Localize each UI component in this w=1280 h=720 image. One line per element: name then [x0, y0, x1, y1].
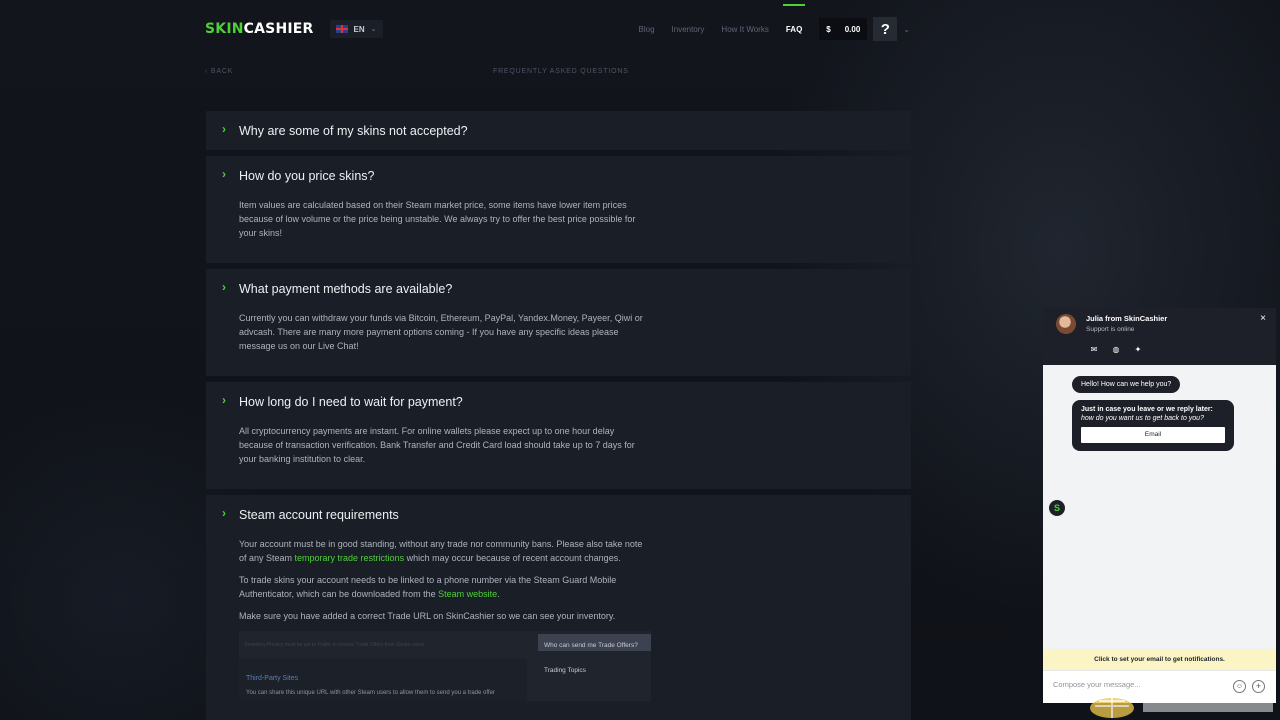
nav-faq[interactable]: FAQ	[782, 3, 806, 34]
chat-messages: Hello! How can we help you? Just in case…	[1043, 365, 1276, 651]
steam-trade-offer-screenshot: Inventory Privacy must be set to Public …	[239, 631, 651, 701]
faq-answer: Item values are calculated based on thei…	[239, 200, 636, 238]
help-button[interactable]: ?	[873, 17, 898, 41]
back-link[interactable]: ‹ BACK	[205, 68, 233, 75]
nav-inventory[interactable]: Inventory	[672, 25, 705, 34]
logo[interactable]: SKINCASHIER	[205, 21, 314, 37]
balance-display[interactable]: $ 0.00	[819, 18, 868, 40]
faq-item[interactable]: › What payment methods are available? Cu…	[206, 269, 911, 376]
balance-value: 0.00	[844, 24, 861, 34]
currency-symbol: $	[826, 24, 831, 34]
trade-restrictions-link[interactable]: temporary trade restrictions	[295, 553, 405, 563]
faq-answer: All cryptocurrency payments are instant.…	[239, 426, 635, 464]
uk-flag-icon	[335, 25, 348, 33]
faq-item[interactable]: › How do you price skins? Item values ar…	[206, 156, 911, 263]
prompt-italic: how do you want us to get back to you?	[1081, 415, 1204, 422]
prompt-bold: Just in case you leave or we reply later…	[1081, 406, 1213, 413]
chat-message: Hello! How can we help you?	[1072, 376, 1181, 393]
language-label: EN	[353, 24, 365, 34]
nav-blog[interactable]: Blog	[639, 25, 655, 34]
site-header: SKINCASHIER EN ⌄ Blog Inventory How It W…	[205, 0, 910, 58]
agent-status: Support is online	[1086, 326, 1135, 333]
chevron-down-icon: ⌄	[370, 26, 377, 33]
faq-answer: Your account must be in good standing, w…	[239, 537, 651, 701]
chevron-right-icon: ›	[222, 393, 226, 407]
faq-question: How do you price skins?	[239, 169, 375, 183]
chevron-right-icon: ›	[222, 122, 226, 136]
answer-paragraph: To trade skins your account needs to be …	[239, 575, 617, 599]
chevron-right-icon: ›	[222, 280, 226, 294]
chevron-right-icon: ›	[222, 506, 226, 520]
agent-avatar	[1056, 314, 1076, 334]
main-nav: Blog Inventory How It Works FAQ $ 0.00 ?…	[622, 3, 910, 41]
twitter-icon[interactable]: ✦	[1133, 345, 1143, 355]
steam-website-link[interactable]: Steam website	[438, 589, 497, 599]
chat-channels: ✉ ◍ ✦	[1089, 345, 1143, 355]
messenger-icon[interactable]: ◍	[1111, 345, 1121, 355]
bot-avatar: S	[1049, 500, 1065, 516]
watermark-logo	[1085, 684, 1280, 720]
nav-how-it-works[interactable]: How It Works	[721, 25, 768, 34]
chat-header: Julia from SkinCashier Support is online…	[1043, 308, 1276, 365]
faq-item[interactable]: › Why are some of my skins not accepted?	[206, 111, 911, 150]
screenshot-description: You can share this unique URL with other…	[246, 690, 495, 696]
chat-message: Just in case you leave or we reply later…	[1072, 400, 1234, 451]
faq-answer: Currently you can withdraw your funds vi…	[239, 313, 643, 351]
answer-paragraph: Make sure you have added a correct Trade…	[239, 611, 616, 621]
chevron-right-icon: ›	[222, 167, 226, 181]
email-button[interactable]: Email	[1081, 427, 1225, 443]
user-menu-chevron-icon[interactable]: ⌄	[903, 25, 910, 34]
page-title: FREQUENTLY ASKED QUESTIONS	[493, 68, 629, 75]
close-icon[interactable]: ×	[1260, 313, 1266, 324]
live-chat-widget: Julia from SkinCashier Support is online…	[1043, 308, 1276, 703]
screenshot-who-can-send: Who can send me Trade Offers?	[538, 634, 651, 651]
faq-question: What payment methods are available?	[239, 282, 453, 296]
screenshot-top-text: Inventory Privacy must be set to Public …	[245, 642, 426, 648]
language-selector[interactable]: EN ⌄	[329, 20, 383, 38]
notification-banner[interactable]: Click to set your email to get notificat…	[1043, 649, 1276, 670]
faq-question: Why are some of my skins not accepted?	[239, 124, 468, 138]
faq-list: › Why are some of my skins not accepted?…	[206, 111, 911, 720]
answer-paragraph: Your account must be in good standing, w…	[239, 539, 643, 563]
faq-item[interactable]: › Steam account requirements Your accoun…	[206, 495, 911, 720]
faq-question: How long do I need to wait for payment?	[239, 395, 463, 409]
faq-question: Steam account requirements	[239, 508, 399, 522]
screenshot-third-party: Third-Party Sites	[246, 675, 299, 682]
email-icon[interactable]: ✉	[1089, 345, 1099, 355]
agent-name: Julia from SkinCashier	[1086, 314, 1168, 323]
faq-item[interactable]: › How long do I need to wait for payment…	[206, 382, 911, 489]
screenshot-trading-topics: Trading Topics	[544, 667, 586, 674]
